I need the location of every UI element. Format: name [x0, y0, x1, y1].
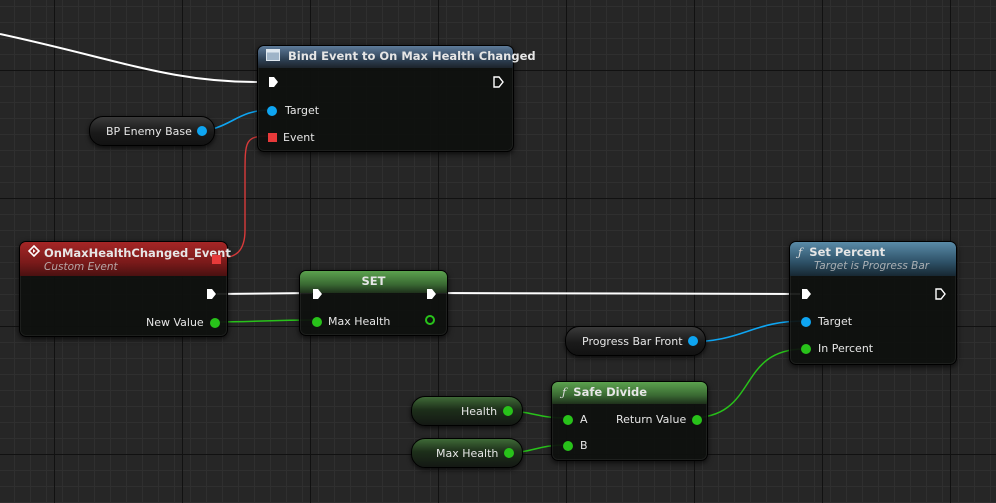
exec-wire-bind-in: [0, 33, 258, 83]
custom-event-delegate-pin[interactable]: [212, 255, 221, 264]
float-pin-icon: [563, 414, 573, 425]
set-percent-node[interactable]: ƒ Set Percent Target is Progress Bar Tar…: [789, 241, 957, 365]
progress-bar-front-getter[interactable]: Progress Bar Front: [565, 326, 706, 356]
event-label: Event: [283, 131, 315, 144]
set-percent-target-label: Target: [818, 315, 853, 328]
exec-out-icon: [206, 288, 217, 300]
exec-wire-set-setpercent: [435, 292, 801, 295]
bind-event-exec-in-pin[interactable]: [268, 76, 279, 88]
set-percent-exec-out-pin[interactable]: [935, 288, 946, 300]
set-percent-subtitle: Target is Progress Bar: [814, 260, 930, 272]
set-title: SET: [361, 274, 386, 288]
float-pin-icon: [312, 316, 322, 327]
max-health-out-pin[interactable]: [504, 448, 515, 458]
bind-event-exec-out-pin[interactable]: [493, 76, 504, 88]
safe-divide-header[interactable]: ƒ Safe Divide: [552, 382, 707, 404]
bind-event-target-pin[interactable]: Target: [267, 104, 319, 117]
exec-in-icon: [312, 288, 323, 300]
float-pin-icon: [801, 343, 811, 354]
set-node[interactable]: SET Max Health: [299, 270, 448, 336]
float-pin-icon: [692, 414, 703, 425]
bind-event-title: Bind Event to On Max Health Changed: [288, 49, 536, 63]
function-icon: ƒ: [798, 245, 803, 259]
set-percent-exec-in-pin[interactable]: [801, 288, 812, 300]
return-value-label: Return Value: [616, 413, 687, 426]
custom-event-header[interactable]: OnMaxHealthChanged_Event Custom Event: [20, 242, 231, 276]
safe-divide-title: Safe Divide: [573, 385, 648, 399]
bp-enemy-base-getter[interactable]: BP Enemy Base: [89, 116, 215, 146]
safe-divide-a-pin[interactable]: A: [563, 413, 588, 426]
custom-event-diamond-icon: [27, 244, 41, 260]
b-label: B: [580, 439, 588, 452]
custom-event-new-value-pin[interactable]: New Value: [146, 316, 220, 329]
custom-event-subtitle: Custom Event: [44, 261, 118, 273]
float-pin-icon: [563, 440, 573, 451]
health-label: Health: [461, 404, 498, 418]
custom-event-exec-out-pin[interactable]: [206, 288, 217, 300]
float-pin-icon: [209, 317, 220, 328]
float-pin-hollow-icon: [425, 315, 435, 325]
bind-event-header[interactable]: Bind Event to On Max Health Changed: [258, 46, 536, 68]
in-percent-label: In Percent: [818, 342, 874, 355]
max-health-label: Max Health: [436, 446, 499, 460]
object-pin-icon: [267, 105, 277, 116]
max-health-getter[interactable]: Max Health: [411, 438, 523, 468]
progress-bar-front-out-pin[interactable]: [687, 336, 698, 346]
a-label: A: [580, 413, 588, 426]
safe-divide-b-pin[interactable]: B: [563, 439, 588, 452]
set-percent-title: Set Percent: [809, 245, 886, 259]
object-pin-icon: [801, 316, 811, 327]
set-exec-in-pin[interactable]: [312, 288, 323, 300]
bp-enemy-base-label: BP Enemy Base: [106, 124, 192, 138]
exec-out-icon: [426, 288, 437, 300]
delegate-pin-icon: [268, 133, 277, 142]
bind-event-event-pin[interactable]: Event: [268, 131, 315, 144]
exec-out-icon: [493, 76, 504, 88]
blueprint-graph-canvas[interactable]: Bind Event to On Max Health Changed Targ…: [0, 0, 996, 503]
set-max-health-in-pin[interactable]: Max Health: [312, 315, 390, 328]
custom-event-node[interactable]: OnMaxHealthChanged_Event Custom Event Ne…: [19, 241, 231, 337]
bp-enemy-base-out-pin[interactable]: [196, 126, 207, 136]
progress-bar-front-label: Progress Bar Front: [582, 334, 683, 348]
set-percent-in-percent-pin[interactable]: In Percent: [801, 342, 873, 355]
exec-in-icon: [268, 76, 279, 88]
set-percent-target-pin[interactable]: Target: [801, 315, 852, 328]
custom-event-title: OnMaxHealthChanged_Event: [44, 245, 231, 260]
exec-wire-event-set: [216, 292, 313, 295]
set-max-health-out-pin[interactable]: [425, 315, 435, 325]
safe-divide-return-pin[interactable]: Return Value: [616, 413, 703, 426]
function-icon: ƒ: [562, 385, 567, 399]
delegate-wire-event: [219, 135, 271, 259]
health-out-pin[interactable]: [503, 406, 514, 416]
safe-divide-node[interactable]: ƒ Safe Divide A B Return Value: [551, 381, 708, 461]
health-getter[interactable]: Health: [411, 396, 523, 426]
set-max-health-label: Max Health: [328, 315, 391, 328]
event-dispatcher-icon: [266, 49, 280, 64]
set-exec-out-pin[interactable]: [426, 288, 437, 300]
exec-in-icon: [801, 288, 812, 300]
exec-out-icon: [935, 288, 946, 300]
bind-event-node[interactable]: Bind Event to On Max Health Changed Targ…: [257, 45, 536, 152]
target-label: Target: [285, 104, 320, 117]
new-value-label: New Value: [146, 316, 204, 329]
set-percent-header[interactable]: ƒ Set Percent Target is Progress Bar: [790, 242, 956, 276]
